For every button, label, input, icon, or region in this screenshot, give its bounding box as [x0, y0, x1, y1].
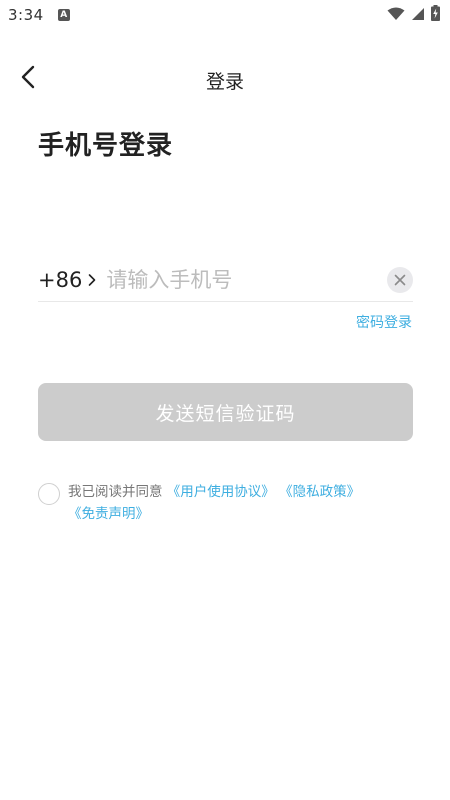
agreement: 我已阅读并同意 《用户使用协议》 《隐私政策》 《免责声明》	[38, 481, 418, 525]
status-time: 3:34	[8, 6, 44, 24]
close-icon	[394, 274, 406, 286]
wifi-icon	[387, 6, 405, 25]
clear-input-button[interactable]	[387, 266, 413, 293]
privacy-policy-link[interactable]: 《隐私政策》	[279, 484, 360, 500]
phone-input-row: +86	[38, 258, 413, 302]
battery-charging-icon	[431, 5, 440, 25]
page-heading: 手机号登录	[38, 131, 174, 161]
user-agreement-link[interactable]: 《用户使用协议》	[167, 484, 275, 500]
password-login-link[interactable]: 密码登录	[356, 312, 412, 332]
phone-number-input[interactable]	[106, 259, 387, 300]
chevron-right-icon[interactable]	[88, 273, 96, 287]
app-bar: 登录	[0, 55, 450, 103]
notification-a-icon: A	[57, 9, 70, 21]
agreement-text: 我已阅读并同意 《用户使用协议》 《隐私政策》 《免责声明》	[68, 481, 360, 525]
send-sms-code-button[interactable]: 发送短信验证码	[38, 383, 413, 441]
country-code-selector[interactable]: +86	[38, 268, 82, 292]
signal-icon	[411, 6, 425, 25]
status-icons	[387, 5, 440, 25]
app-title: 登录	[205, 71, 244, 93]
status-bar: 3:34 A	[0, 0, 450, 30]
agree-checkbox[interactable]	[38, 483, 60, 505]
agreement-prefix: 我已阅读并同意	[68, 484, 163, 500]
disclaimer-link[interactable]: 《免责声明》	[68, 506, 149, 522]
